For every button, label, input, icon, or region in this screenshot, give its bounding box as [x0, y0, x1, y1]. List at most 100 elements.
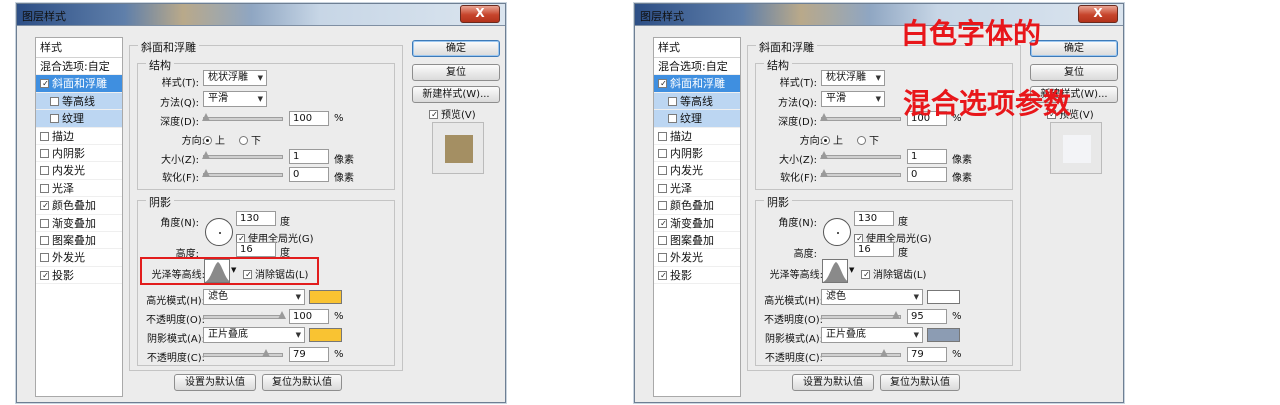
shadow-mode-select[interactable]: 正片叠底 ▼: [821, 327, 923, 343]
anti-alias-option[interactable]: 消除锯齿(L): [243, 266, 308, 281]
reset-default-button[interactable]: 复位为默认值: [262, 374, 342, 391]
slider-thumb[interactable]: [202, 113, 210, 121]
radio-icon[interactable]: [857, 136, 866, 145]
slider-thumb[interactable]: [820, 151, 828, 159]
sidebar-item-drop-shadow[interactable]: 投影: [36, 267, 122, 285]
inner-glow-checkbox[interactable]: [40, 166, 49, 176]
size-slider[interactable]: [202, 151, 283, 159]
slider-thumb[interactable]: [202, 151, 210, 159]
highlight-opacity-input[interactable]: 95: [907, 309, 947, 324]
angle-input[interactable]: 130: [854, 211, 894, 226]
highlight-color-swatch[interactable]: [927, 290, 960, 304]
sidebar-item-bevel[interactable]: 斜面和浮雕: [36, 75, 122, 93]
title-bar[interactable]: 图层样式 X: [17, 4, 505, 26]
sidebar-item-inner-shadow[interactable]: 内阴影: [36, 145, 122, 163]
drop-shadow-checkbox[interactable]: [658, 270, 668, 280]
shadow-color-swatch[interactable]: [309, 328, 342, 342]
sidebar-item-contour[interactable]: 等高线: [36, 92, 122, 111]
depth-slider[interactable]: [820, 113, 901, 121]
stroke-checkbox[interactable]: [658, 131, 667, 141]
slider-thumb[interactable]: [261, 349, 270, 357]
sidebar-item-outer-glow[interactable]: 外发光: [36, 249, 122, 267]
direction-up-option[interactable]: 上: [821, 132, 843, 147]
angle-dial[interactable]: [205, 218, 233, 246]
sidebar-item-blend-options[interactable]: 混合选项:自定: [36, 58, 122, 76]
size-input[interactable]: 1: [907, 149, 947, 164]
slider-thumb[interactable]: [820, 113, 828, 121]
new-style-button[interactable]: 新建样式(W)...: [412, 86, 500, 103]
pattern-overlay-checkbox[interactable]: [658, 235, 667, 245]
sidebar-item-pattern-overlay[interactable]: 图案叠加: [36, 232, 122, 250]
direction-down-option[interactable]: 下: [857, 132, 879, 147]
sidebar-item-texture[interactable]: 纹理: [654, 110, 740, 128]
style-select[interactable]: 枕状浮雕 ▼: [821, 70, 885, 86]
sidebar-item-bevel[interactable]: 斜面和浮雕: [654, 75, 740, 93]
sidebar-item-inner-shadow[interactable]: 内阴影: [654, 145, 740, 163]
outer-glow-checkbox[interactable]: [658, 253, 667, 263]
outer-glow-checkbox[interactable]: [40, 253, 49, 263]
close-button[interactable]: X: [1078, 5, 1118, 23]
preview-option[interactable]: 预览(V): [429, 106, 476, 121]
slider-thumb[interactable]: [892, 311, 901, 319]
slider-thumb[interactable]: [820, 169, 828, 177]
anti-alias-checkbox[interactable]: [243, 270, 253, 279]
inner-shadow-checkbox[interactable]: [40, 148, 49, 158]
satin-checkbox[interactable]: [658, 183, 667, 193]
direction-up-option[interactable]: 上: [203, 132, 225, 147]
slider-thumb[interactable]: [879, 349, 888, 357]
soften-input[interactable]: 0: [907, 167, 947, 182]
inner-shadow-checkbox[interactable]: [658, 148, 667, 158]
styles-header[interactable]: 样式: [36, 38, 122, 58]
close-button[interactable]: X: [460, 5, 500, 23]
direction-down-option[interactable]: 下: [239, 132, 261, 147]
style-select[interactable]: 枕状浮雕 ▼: [203, 70, 267, 86]
slider-thumb[interactable]: [202, 169, 210, 177]
stroke-checkbox[interactable]: [40, 131, 49, 141]
set-default-button[interactable]: 设置为默认值: [792, 374, 874, 391]
texture-checkbox[interactable]: [50, 114, 59, 124]
color-overlay-checkbox[interactable]: [658, 201, 667, 211]
gloss-contour-picker[interactable]: [204, 259, 230, 283]
ok-button[interactable]: 确定: [1030, 40, 1118, 57]
sidebar-item-color-overlay[interactable]: 颜色叠加: [36, 197, 122, 215]
highlight-mode-select[interactable]: 滤色 ▼: [203, 289, 305, 305]
sidebar-item-satin[interactable]: 光泽: [654, 180, 740, 198]
sidebar-item-stroke[interactable]: 描边: [654, 128, 740, 145]
reset-button[interactable]: 复位: [1030, 64, 1118, 81]
shadow-opacity-slider[interactable]: [203, 349, 283, 357]
depth-input[interactable]: 100: [289, 111, 329, 126]
soften-slider[interactable]: [202, 169, 283, 177]
anti-alias-option[interactable]: 消除锯齿(L): [861, 266, 926, 281]
sidebar-item-color-overlay[interactable]: 颜色叠加: [654, 197, 740, 215]
sidebar-item-texture[interactable]: 纹理: [36, 110, 122, 128]
highlight-opacity-input[interactable]: 100: [289, 309, 329, 324]
satin-checkbox[interactable]: [40, 183, 49, 193]
slider-thumb[interactable]: [278, 311, 286, 319]
gloss-contour-picker[interactable]: [822, 259, 848, 283]
title-bar[interactable]: 图层样式 X: [635, 4, 1123, 26]
radio-icon[interactable]: [239, 136, 248, 145]
sidebar-item-inner-glow[interactable]: 内发光: [36, 162, 122, 180]
highlight-mode-select[interactable]: 滤色 ▼: [821, 289, 923, 305]
shadow-mode-select[interactable]: 正片叠底 ▼: [203, 327, 305, 343]
soften-input[interactable]: 0: [289, 167, 329, 182]
color-overlay-checkbox[interactable]: [40, 201, 50, 211]
gradient-overlay-checkbox[interactable]: [40, 218, 49, 228]
highlight-opacity-slider[interactable]: [821, 311, 901, 319]
ok-button[interactable]: 确定: [412, 40, 500, 57]
contour-checkbox[interactable]: [668, 96, 677, 106]
chevron-down-icon[interactable]: ▼: [849, 266, 854, 274]
depth-slider[interactable]: [202, 113, 283, 121]
reset-default-button[interactable]: 复位为默认值: [880, 374, 960, 391]
styles-header[interactable]: 样式: [654, 38, 740, 58]
sidebar-item-outer-glow[interactable]: 外发光: [654, 249, 740, 267]
shadow-opacity-input[interactable]: 79: [289, 347, 329, 362]
set-default-button[interactable]: 设置为默认值: [174, 374, 256, 391]
shadow-opacity-input[interactable]: 79: [907, 347, 947, 362]
size-input[interactable]: 1: [289, 149, 329, 164]
radio-icon[interactable]: [203, 136, 212, 145]
highlight-opacity-slider[interactable]: [203, 311, 286, 319]
technique-select[interactable]: 平滑 ▼: [203, 91, 267, 107]
preview-checkbox[interactable]: [429, 110, 439, 119]
sidebar-item-gradient-overlay[interactable]: 渐变叠加: [654, 215, 740, 232]
